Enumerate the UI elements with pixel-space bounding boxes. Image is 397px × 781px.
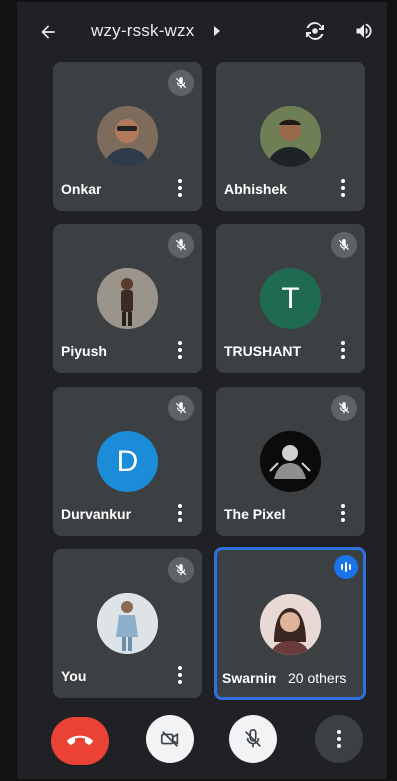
participant-tile-piyush[interactable]: Piyush — [53, 224, 202, 373]
participant-name: Abhishek — [224, 181, 288, 197]
others-count-pill[interactable]: 20 others — [276, 664, 359, 692]
avatar — [260, 594, 321, 655]
speaker-icon[interactable] — [353, 21, 375, 41]
meeting-info-caret-icon[interactable] — [214, 26, 220, 36]
letter-avatar: T — [260, 268, 321, 329]
more-options-button[interactable] — [315, 715, 363, 763]
participant-tile-swarnim[interactable]: Swarnim 20 others — [214, 547, 366, 700]
camera-toggle-button[interactable] — [146, 715, 194, 763]
participant-tile-onkar[interactable]: Onkar — [53, 62, 202, 211]
participant-name: The Pixel — [224, 506, 286, 522]
avatar-letter: T — [281, 281, 300, 315]
speaking-indicator-icon — [334, 555, 358, 579]
mic-toggle-button[interactable] — [229, 715, 277, 763]
mic-off-icon — [168, 557, 194, 583]
meet-call-screen: wzy-rssk-wzx Onkar Abhishek Piyush T TRU… — [17, 2, 387, 779]
back-arrow-icon[interactable] — [38, 22, 58, 42]
avatar — [97, 106, 158, 167]
mic-off-icon — [331, 395, 357, 421]
end-call-button[interactable] — [51, 717, 109, 765]
more-options-icon[interactable] — [178, 341, 182, 359]
letter-avatar: D — [97, 431, 158, 492]
switch-camera-icon[interactable] — [303, 19, 327, 43]
mic-off-icon — [168, 232, 194, 258]
participant-tile-the-pixel[interactable]: The Pixel — [216, 387, 365, 536]
meeting-code[interactable]: wzy-rssk-wzx — [91, 21, 194, 41]
participant-tile-abhishek[interactable]: Abhishek — [216, 62, 365, 211]
avatar — [97, 268, 158, 329]
more-options-icon[interactable] — [341, 179, 345, 197]
more-options-icon[interactable] — [341, 504, 345, 522]
more-options-icon[interactable] — [178, 504, 182, 522]
more-options-icon[interactable] — [178, 666, 182, 684]
more-vert-icon — [337, 730, 341, 748]
top-bar: wzy-rssk-wzx — [17, 2, 387, 58]
participant-tile-trushant[interactable]: T TRUSHANT — [216, 224, 365, 373]
more-options-icon[interactable] — [178, 179, 182, 197]
mic-off-icon — [168, 70, 194, 96]
more-options-icon[interactable] — [341, 341, 345, 359]
camera-off-icon — [160, 731, 179, 747]
phone-hangup-icon — [67, 735, 93, 746]
participant-name: Piyush — [61, 343, 107, 359]
avatar — [260, 106, 321, 167]
mic-off-icon — [168, 395, 194, 421]
participant-name: TRUSHANT — [224, 343, 301, 359]
avatar — [97, 593, 158, 654]
avatar-letter: D — [116, 444, 139, 478]
participant-name: Onkar — [61, 181, 102, 197]
participant-name: You — [61, 668, 87, 684]
mic-off-icon — [245, 729, 261, 748]
avatar — [260, 431, 321, 492]
mic-off-icon — [331, 232, 357, 258]
participant-tile-durvankur[interactable]: D Durvankur — [53, 387, 202, 536]
participant-tile-you[interactable]: You — [53, 549, 202, 698]
participant-name: Durvankur — [61, 506, 132, 522]
participant-name: Swarnim — [222, 670, 278, 686]
